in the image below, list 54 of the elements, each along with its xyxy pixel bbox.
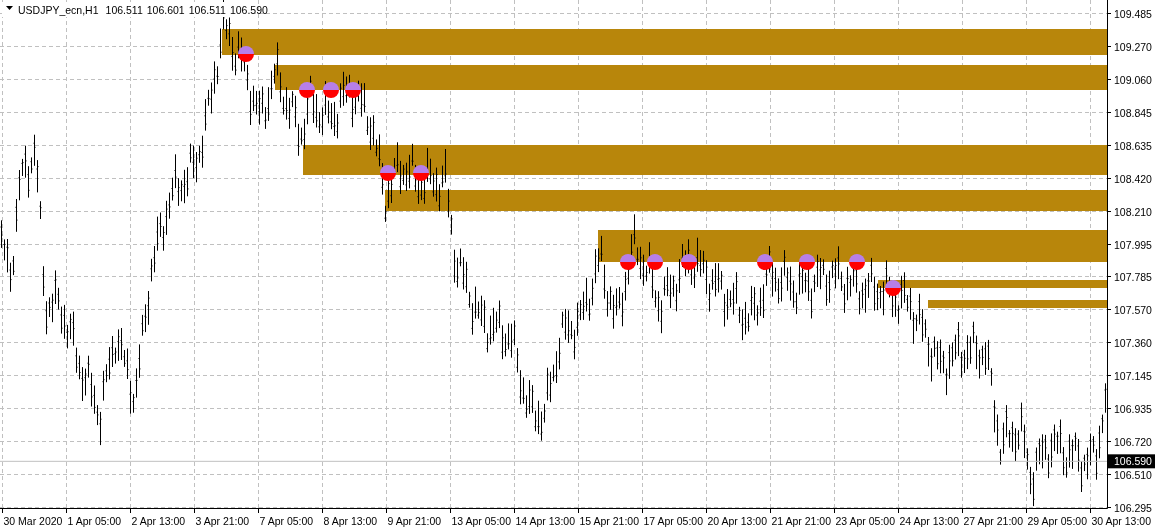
signal-marker-icon (757, 254, 773, 270)
symbol-label: USDJPY_ecn,H1 (18, 4, 99, 16)
time-tick-label: 15 Apr 21:00 (579, 515, 640, 527)
price-tick-label: 109.060 (1114, 73, 1152, 86)
price-tick-label: 107.145 (1114, 369, 1152, 382)
time-tick-label: 13 Apr 05:00 (451, 515, 512, 527)
time-tick-label: 1 Apr 05:00 (67, 515, 122, 527)
signal-marker-icon (238, 46, 254, 62)
price-tick-label: 107.570 (1114, 303, 1152, 316)
time-tick-label: 14 Apr 13:00 (515, 515, 576, 527)
time-tick-label: 20 Apr 13:00 (707, 515, 768, 527)
price-tick-label: 107.785 (1114, 270, 1152, 283)
signal-marker-icon (323, 82, 339, 98)
price-tick-label: 109.485 (1114, 7, 1152, 20)
time-tick-label: 9 Apr 21:00 (387, 515, 442, 527)
time-tick-label: 29 Apr 05:00 (1027, 515, 1088, 527)
price-tick-label: 108.635 (1114, 139, 1152, 152)
quote-value: 106.601 (146, 4, 185, 16)
time-tick-label: 21 Apr 21:00 (771, 515, 832, 527)
time-tick-label: 3 Apr 21:00 (195, 515, 250, 527)
signal-marker-icon (620, 254, 636, 270)
price-tick-label: 106.295 (1114, 501, 1152, 514)
price-tick-label: 106.720 (1114, 435, 1152, 448)
time-tick-label: 27 Apr 21:00 (963, 515, 1024, 527)
price-tick-label: 108.210 (1114, 205, 1152, 218)
time-tick-label: 2 Apr 13:00 (131, 515, 186, 527)
price-tick-label: 106.935 (1114, 402, 1152, 415)
time-tick-label: 30 Mar 2020 (3, 515, 63, 527)
price-tick-label: 107.360 (1114, 336, 1152, 349)
signal-marker-icon (849, 254, 865, 270)
time-tick-label: 7 Apr 05:00 (259, 515, 314, 527)
time-tick-label: 17 Apr 05:00 (643, 515, 704, 527)
price-tick-label: 108.420 (1114, 172, 1152, 185)
time-tick-label: 24 Apr 13:00 (899, 515, 960, 527)
quote-value: 106.511 (105, 4, 143, 16)
signal-marker-icon (413, 165, 429, 181)
signal-marker-icon (799, 254, 815, 270)
signal-marker-icon (647, 254, 663, 270)
price-tick-label: 108.845 (1114, 106, 1152, 119)
signal-marker-icon (380, 165, 396, 181)
time-tick-label: 8 Apr 13:00 (323, 515, 378, 527)
time-tick-label: 23 Apr 05:00 (835, 515, 896, 527)
dropdown-triangle-icon[interactable] (6, 6, 13, 10)
quote-value: 106.511 (188, 4, 226, 16)
price-tick-label: 106.510 (1114, 468, 1152, 481)
time-tick-label: 30 Apr 13:00 (1091, 515, 1152, 527)
price-tick-label: 109.270 (1114, 40, 1152, 53)
signal-marker-icon (299, 82, 315, 98)
price-tick-label: 107.995 (1114, 238, 1152, 251)
signal-marker-icon (885, 280, 901, 296)
signal-marker-icon (681, 254, 697, 270)
signal-marker-icon (345, 82, 361, 98)
quote-value: 106.590 (229, 4, 268, 16)
current-price-label: 106.590 (1108, 454, 1155, 469)
